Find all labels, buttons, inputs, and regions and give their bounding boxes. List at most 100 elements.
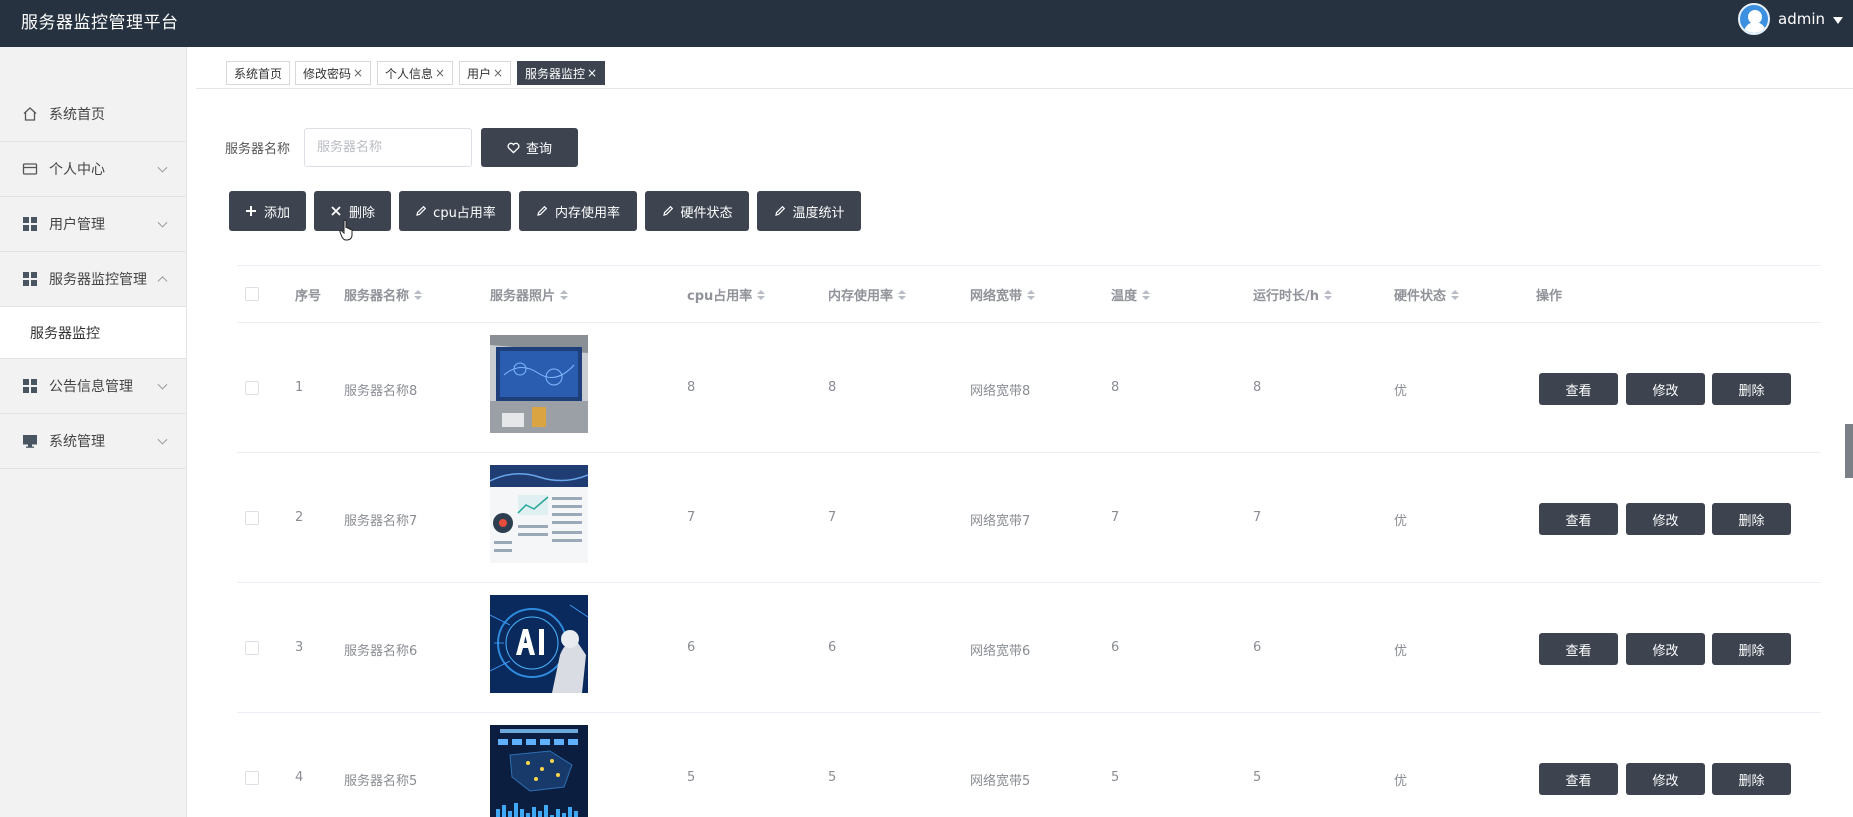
chevron-down-icon	[157, 434, 168, 445]
avatar[interactable]	[1738, 3, 1770, 35]
chevron-down-icon	[157, 379, 168, 390]
delete-row-button[interactable]: 删除	[1712, 373, 1791, 405]
table-row: 3 服务器名称6 6 6 网络宽带6 6 6 优 查看 修改 删除	[237, 583, 1821, 713]
edit-button[interactable]: 修改	[1626, 633, 1705, 665]
user-name[interactable]: admin	[1778, 10, 1825, 28]
sidebar-item-announcements[interactable]: 公告信息管理	[0, 359, 186, 414]
cell-hardware: 优	[1394, 644, 1408, 659]
cell-cpu: 7	[687, 510, 696, 525]
cell-hardware: 优	[1394, 774, 1408, 789]
search-label: 服务器名称	[225, 142, 291, 157]
grid-icon	[22, 378, 38, 394]
pencil-icon	[414, 205, 427, 218]
close-icon[interactable]: ×	[435, 66, 445, 80]
column-header-temperature[interactable]: 温度	[1111, 285, 1151, 304]
tab-user[interactable]: 用户 ×	[459, 61, 512, 85]
column-header-actions: 操作	[1536, 289, 1563, 304]
hardware-status-button[interactable]: 硬件状态	[645, 191, 749, 231]
sidebar-subitem-server-monitor[interactable]: 服务器监控	[0, 307, 186, 359]
server-photo[interactable]	[490, 595, 588, 693]
sidebar-item-personal-center[interactable]: 个人中心	[0, 142, 186, 197]
close-icon[interactable]: ×	[587, 66, 597, 80]
cell-name: 服务器名称5	[344, 774, 418, 789]
select-all-checkbox[interactable]	[245, 287, 259, 301]
edit-button[interactable]: 修改	[1626, 763, 1705, 795]
row-checkbox[interactable]	[245, 771, 259, 785]
server-photo[interactable]	[490, 725, 588, 817]
cell-index: 3	[295, 640, 304, 655]
cell-index: 4	[295, 770, 304, 785]
column-header-hardware[interactable]: 硬件状态	[1394, 285, 1460, 304]
server-photo[interactable]	[490, 335, 588, 433]
sort-icon	[1324, 289, 1333, 300]
sidebar-item-server-monitor-management[interactable]: 服务器监控管理	[0, 252, 186, 307]
table-header: 序号 服务器名称 服务器照片 cpu占用率 内存使用率 网络宽带 温度 运行时长…	[237, 265, 1821, 323]
column-header-cpu[interactable]: cpu占用率	[687, 285, 766, 304]
sort-icon	[414, 289, 423, 300]
cell-bandwidth: 网络宽带8	[970, 384, 1031, 399]
cell-uptime: 7	[1253, 510, 1262, 525]
view-button[interactable]: 查看	[1539, 503, 1618, 535]
table-row: 2 服务器名称7 7 7 网络宽带7 7 7 优 查看 修改 删除	[237, 453, 1821, 583]
caret-down-icon[interactable]	[1833, 16, 1843, 24]
pencil-icon	[536, 205, 549, 218]
scrollbar-thumb[interactable]	[1845, 424, 1853, 478]
sort-icon	[757, 289, 766, 300]
add-button[interactable]: 添加	[229, 191, 306, 231]
temperature-stats-button[interactable]: 温度统计	[757, 191, 861, 231]
tab-home[interactable]: 系统首页	[226, 61, 291, 85]
view-button[interactable]: 查看	[1539, 763, 1618, 795]
cpu-usage-button[interactable]: cpu占用率	[399, 191, 511, 231]
cell-uptime: 5	[1253, 770, 1262, 785]
chevron-down-icon	[157, 162, 168, 173]
cell-index: 1	[295, 380, 304, 395]
sidebar-item-label: 用户管理	[49, 217, 105, 233]
sidebar-item-system-management[interactable]: 系统管理	[0, 414, 186, 469]
delete-row-button[interactable]: 删除	[1712, 503, 1791, 535]
table-row: 4 服务器名称5 5 5 网络宽带5 5 5 优 查看 修改 删除	[237, 713, 1821, 817]
sidebar-item-label: 系统首页	[49, 107, 105, 123]
sidebar-item-home[interactable]: 系统首页	[0, 87, 186, 142]
view-button[interactable]: 查看	[1539, 633, 1618, 665]
sidebar-item-user-management[interactable]: 用户管理	[0, 197, 186, 252]
cell-name: 服务器名称7	[344, 514, 418, 529]
row-checkbox[interactable]	[245, 511, 259, 525]
sort-icon	[1451, 289, 1460, 300]
sort-icon	[898, 289, 907, 300]
tab-server-monitor[interactable]: 服务器监控 ×	[517, 61, 606, 85]
edit-button[interactable]: 修改	[1626, 503, 1705, 535]
user-menu[interactable]: admin	[1738, 3, 1843, 35]
server-photo[interactable]	[490, 465, 588, 563]
delete-row-button[interactable]: 删除	[1712, 633, 1791, 665]
row-checkbox[interactable]	[245, 641, 259, 655]
cell-temperature: 5	[1111, 770, 1120, 785]
column-header-photo[interactable]: 服务器照片	[490, 285, 569, 304]
cell-bandwidth: 网络宽带6	[970, 644, 1031, 659]
edit-button[interactable]: 修改	[1626, 373, 1705, 405]
tab-change-password[interactable]: 修改密码 ×	[295, 61, 372, 85]
monitor-icon	[22, 433, 38, 449]
top-bar: 服务器监控管理平台 admin	[0, 0, 1853, 47]
close-icon[interactable]: ×	[493, 66, 503, 80]
plus-icon	[245, 205, 258, 218]
cell-index: 2	[295, 510, 304, 525]
pencil-icon	[661, 205, 674, 218]
app-title: 服务器监控管理平台	[21, 13, 179, 33]
close-icon[interactable]: ×	[353, 66, 363, 80]
tab-personal-info[interactable]: 个人信息 ×	[377, 61, 454, 85]
search-input[interactable]	[304, 128, 472, 167]
column-header-uptime[interactable]: 运行时长/h	[1253, 285, 1333, 304]
search-button[interactable]: 查询	[481, 128, 578, 167]
delete-row-button[interactable]: 删除	[1712, 763, 1791, 795]
column-header-name[interactable]: 服务器名称	[344, 285, 423, 304]
column-header-bandwidth[interactable]: 网络宽带	[970, 285, 1036, 304]
sort-icon	[1142, 289, 1151, 300]
memory-usage-button[interactable]: 内存使用率	[519, 191, 637, 231]
view-button[interactable]: 查看	[1539, 373, 1618, 405]
row-checkbox[interactable]	[245, 381, 259, 395]
cell-hardware: 优	[1394, 514, 1408, 529]
column-header-memory[interactable]: 内存使用率	[828, 285, 907, 304]
chevron-down-icon	[157, 217, 168, 228]
cell-temperature: 8	[1111, 380, 1120, 395]
hand-cursor-icon	[339, 219, 353, 241]
